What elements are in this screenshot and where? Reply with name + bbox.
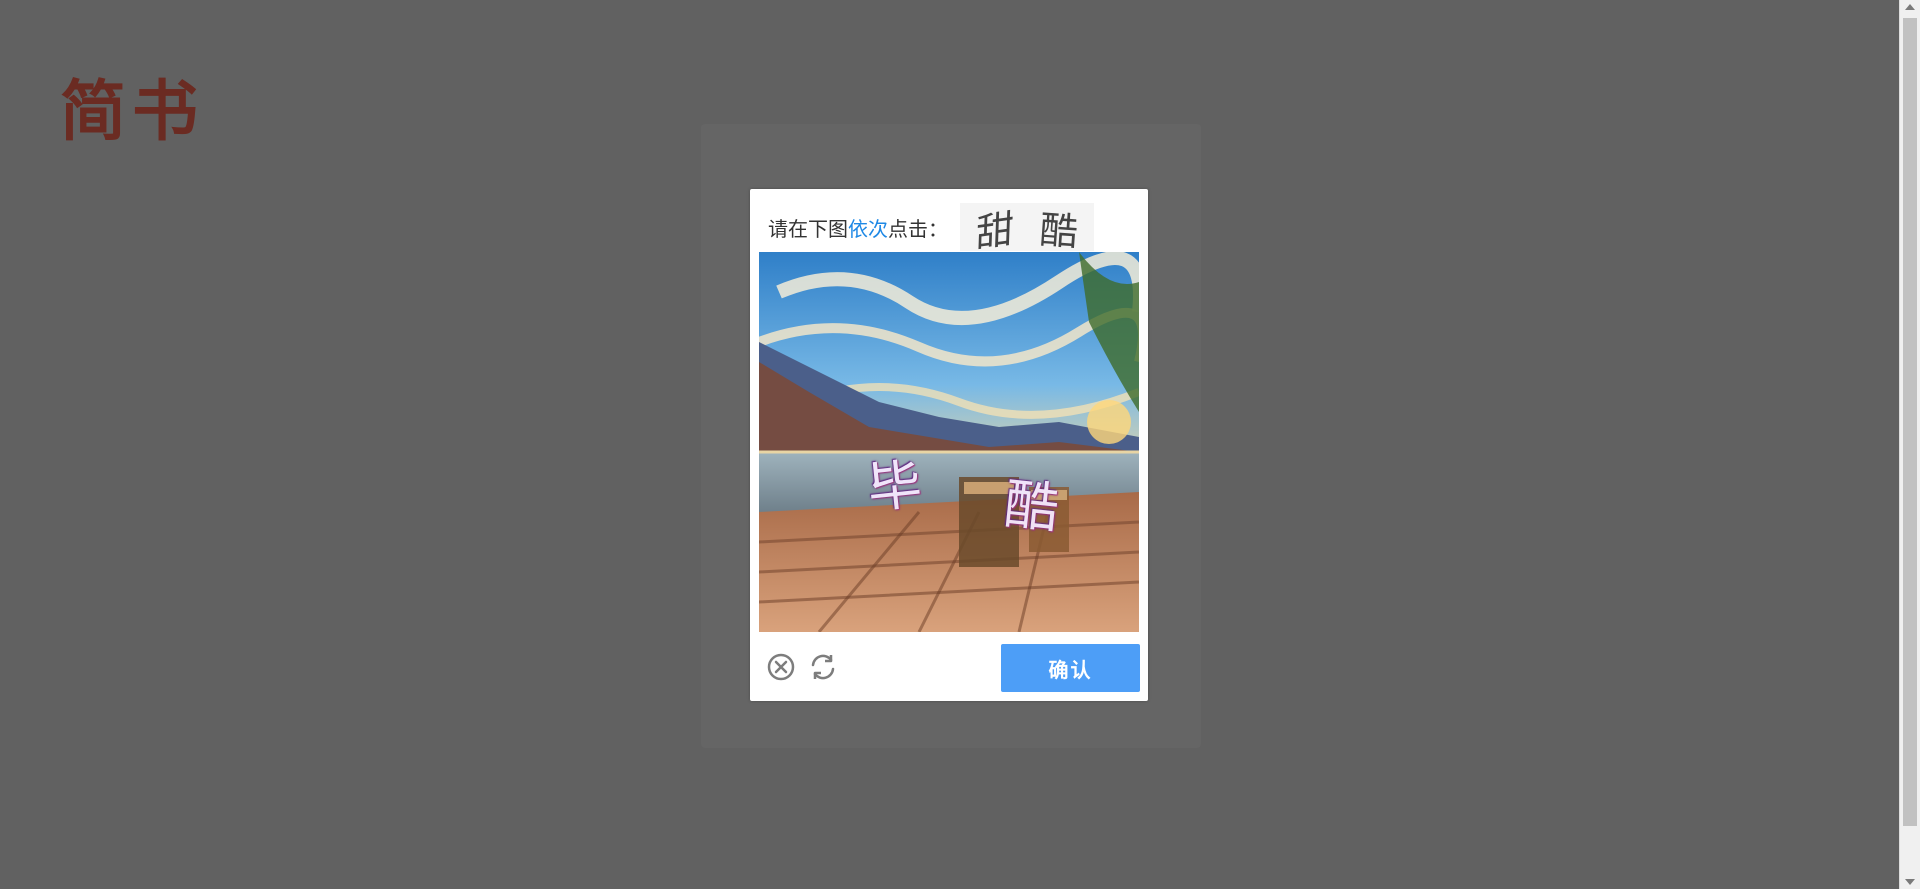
- captcha-image[interactable]: 毕 酷: [759, 252, 1139, 632]
- site-logo[interactable]: 简书: [60, 58, 204, 154]
- scroll-thumb[interactable]: [1903, 18, 1917, 826]
- confirm-button[interactable]: 确认: [1001, 644, 1140, 692]
- target-char: 甜: [975, 205, 1015, 256]
- target-characters: 甜 酷: [960, 203, 1095, 256]
- refresh-icon[interactable]: [808, 652, 838, 682]
- page-scrollbar[interactable]: [1899, 0, 1920, 889]
- captcha-scene-char[interactable]: 毕: [863, 439, 925, 523]
- close-circle-icon[interactable]: [766, 652, 796, 682]
- captcha-instruction: 请在下图 依次 点击： 甜 酷: [768, 203, 1095, 256]
- instruction-prefix: 请在下图: [768, 216, 848, 241]
- scroll-up-icon[interactable]: [1905, 4, 1915, 10]
- instruction-highlight: 依次: [848, 216, 888, 241]
- captcha-scene-char[interactable]: 酷: [1001, 459, 1063, 543]
- scroll-down-icon[interactable]: [1905, 879, 1915, 885]
- captcha-footer: 确认: [750, 642, 1148, 694]
- target-char: 酷: [1038, 207, 1080, 254]
- captcha-scene-image: [759, 252, 1139, 632]
- instruction-suffix: 点击：: [888, 216, 948, 241]
- captcha-dialog: 请在下图 依次 点击： 甜 酷 毕 酷 确认: [750, 189, 1148, 701]
